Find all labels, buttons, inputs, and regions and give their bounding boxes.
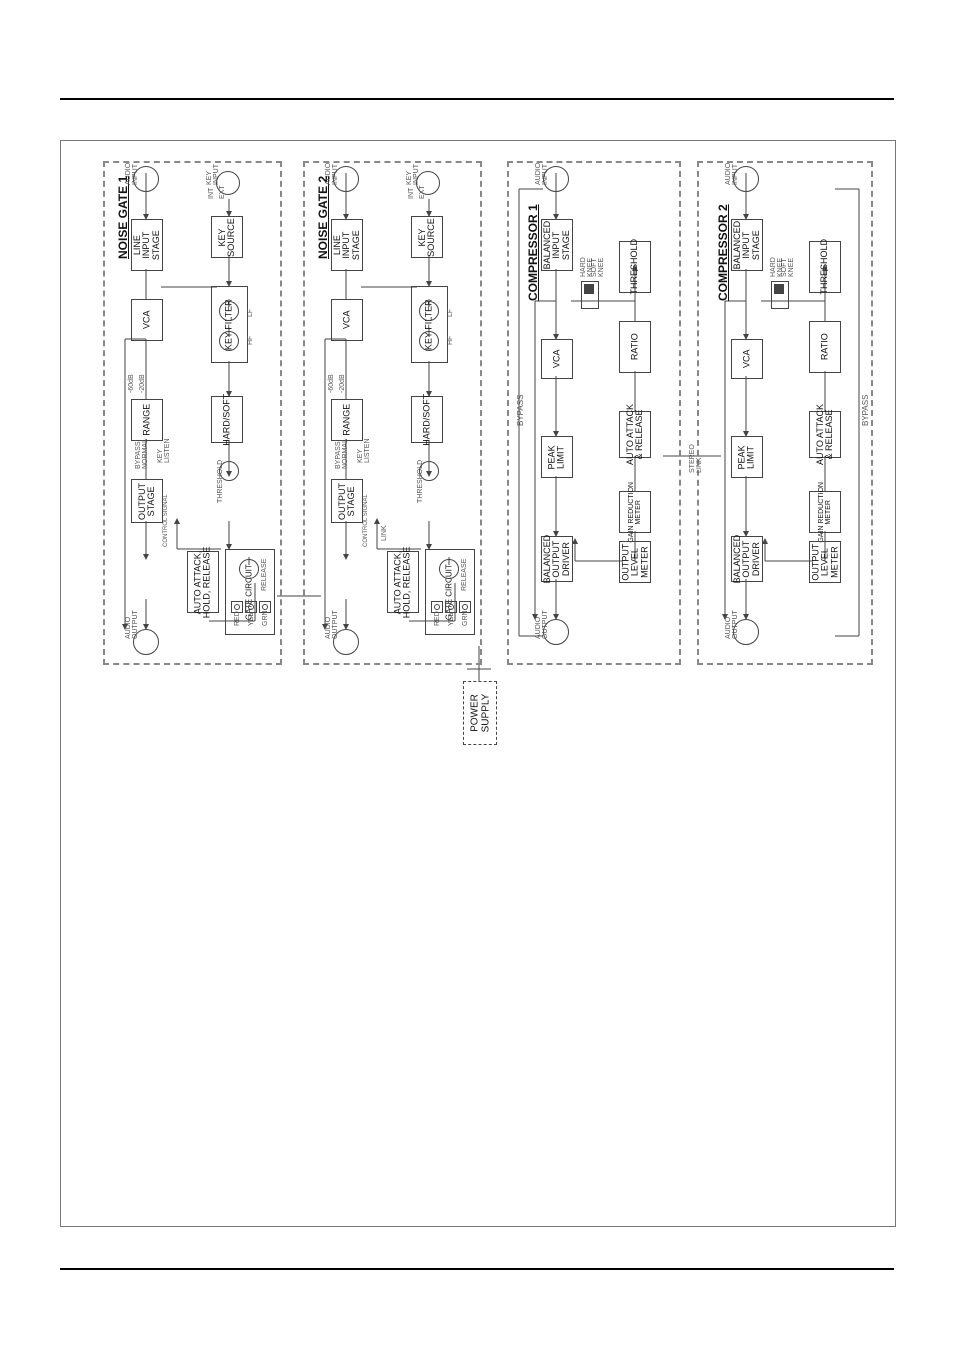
gate2-keylisten-label: KEYLISTEN — [357, 438, 371, 463]
gate1-key-filter: KEY FILTER — [211, 286, 248, 363]
gate1-keylisten-label: KEYLISTEN — [157, 438, 171, 463]
gate1-release-knob — [239, 559, 259, 579]
gate2-bypass-label: BYPASSNORMAL — [335, 439, 349, 469]
comp2-gain-reduction-meter: GAIN REDUCTIONMETER — [809, 491, 841, 533]
comp2-bypass-label: BYPASS — [861, 395, 870, 426]
gate1-audio-output-label: AUDIOOUTPUT — [125, 610, 139, 639]
noise-gate-1-title: NOISE GATE 1 — [116, 176, 130, 259]
gate2-led-yel — [445, 601, 457, 613]
gate2-lf-knob — [419, 301, 439, 321]
compressor-2-title: COMPRESSOR 2 — [716, 204, 730, 301]
comp2-balanced-output: BALANCEDOUTPUTDRIVER — [731, 536, 763, 582]
gate2-release-label: RELEASE — [461, 559, 468, 591]
gate2-key-source: KEYSOURCE — [411, 216, 443, 258]
comp2-sk-label: SOFTKNEE — [781, 258, 795, 277]
comp1-sk-label: SOFTKNEE — [591, 258, 605, 277]
comp1-bypass-label: BYPASS — [516, 395, 525, 426]
gate2-hf-knob — [419, 331, 439, 351]
gate1-output-stage: OUTPUTSTAGE — [131, 479, 163, 523]
gate2-ext-label: EXT — [419, 185, 426, 199]
gate2-auto-attack: AUTO ATTACK,HOLD, RELEASE — [387, 551, 419, 613]
comp1-auto-attack-release: AUTO ATTACK& RELEASE — [619, 411, 651, 458]
gate2-release-knob — [439, 559, 459, 579]
gate2-link-label: LINK — [381, 525, 388, 541]
gate2-int-label: INT — [408, 188, 415, 199]
gate2-line-input-stage: LINEINPUTSTAGE — [331, 219, 363, 271]
gate2-hf-label: HF — [447, 336, 454, 345]
gate1-lf-knob — [219, 301, 239, 321]
gate1-red-label: RED — [234, 611, 241, 626]
gate1-int-label: INT — [208, 188, 215, 199]
comp1-ratio: RATIO — [619, 321, 651, 373]
gate1-led-yel — [245, 601, 257, 613]
gate1-line-input-stage: LINEINPUTSTAGE — [131, 219, 163, 271]
comp1-audio-input-jack — [543, 166, 569, 192]
comp1-stereo-link-label: STEREOLINK — [689, 444, 703, 473]
gate2-vca: VCA — [331, 299, 363, 341]
comp1-balanced-output: BALANCEDOUTPUTDRIVER — [541, 536, 573, 582]
comp1-gain-reduction-meter: GAIN REDUCTIONMETER — [619, 491, 651, 533]
comp1-output-level-meter: OUTPUTLEVELMETER — [619, 541, 651, 583]
gate2-key-filter: KEY FILTER — [411, 286, 448, 363]
gate2-hardsoft: HARD/SOFT — [411, 396, 443, 443]
comp1-knee-toggle — [581, 281, 599, 309]
gate1-grn-label: GRN — [262, 610, 269, 626]
comp2-peak-limit: PEAKLIMIT — [731, 436, 763, 478]
gate2-audio-input-jack — [333, 166, 359, 192]
comp2-threshold: THRESHOLD — [809, 241, 841, 293]
gate1-threshold-label: THRESHOLD — [217, 460, 224, 503]
gate1-m20-label: -20dB — [139, 374, 146, 393]
gate2-m60-label: -60dB — [328, 374, 335, 393]
gate2-audio-output-label: AUDIOOUTPUT — [325, 610, 339, 639]
comp1-audio-output-label: AUDIOOUTPUT — [535, 610, 549, 639]
gate2-lf-label: LF — [447, 309, 454, 317]
comp1-peak-limit: PEAKLIMIT — [541, 436, 573, 478]
gate1-bypass-label: BYPASSNORMAL — [135, 439, 149, 469]
gate2-grn-label: GRN — [462, 610, 469, 626]
gate1-control-label: CONTROL SIGNAL — [163, 494, 169, 547]
noise-gate-2-title: NOISE GATE 2 — [316, 176, 330, 259]
compressor-1-title: COMPRESSOR 1 — [526, 204, 540, 301]
comp2-vca: VCA — [731, 339, 763, 379]
gate1-vca: VCA — [131, 299, 163, 341]
comp1-balanced-input: BALANCEDINPUTSTAGE — [541, 219, 573, 271]
gate1-range: RANGE — [131, 399, 163, 441]
gate1-hardsoft: HARD/SOFT — [211, 396, 243, 443]
comp2-knee-toggle — [771, 281, 789, 309]
gate2-threshold-label: THRESHOLD — [417, 460, 424, 503]
gate1-release-label: RELEASE — [261, 559, 268, 591]
comp2-audio-input-jack — [733, 166, 759, 192]
gate1-lf-label: LF — [247, 309, 254, 317]
comp1-threshold: THRESHOLD — [619, 241, 651, 293]
gate1-ext-label: EXT — [219, 185, 226, 199]
gate2-yel-label: YEL — [448, 613, 455, 626]
comp2-audio-output-label: AUDIOOUTPUT — [725, 610, 739, 639]
gate2-control-label: CONTROL SIGNAL — [363, 494, 369, 547]
comp1-vca: VCA — [541, 339, 573, 379]
gate1-hf-label: HF — [247, 336, 254, 345]
comp2-output-level-meter: OUTPUTLEVELMETER — [809, 541, 841, 583]
gate1-yel-label: YEL — [248, 613, 255, 626]
comp2-auto-attack-release: AUTO ATTACK& RELEASE — [809, 411, 841, 458]
gate1-m60-label: -60dB — [128, 374, 135, 393]
gate2-m20-label: -20dB — [339, 374, 346, 393]
gate1-auto-attack: AUTO ATTACK,HOLD, RELEASE — [187, 551, 219, 613]
power-supply: POWERSUPPLY — [463, 681, 497, 745]
gate2-output-stage: OUTPUTSTAGE — [331, 479, 363, 523]
gate1-key-source: KEYSOURCE — [211, 216, 243, 258]
gate1-hf-knob — [219, 331, 239, 351]
gate2-range: RANGE — [331, 399, 363, 441]
comp2-ratio: RATIO — [809, 321, 841, 373]
gate1-audio-input-jack — [133, 166, 159, 192]
comp2-balanced-input: BALANCEDINPUTSTAGE — [731, 219, 763, 271]
gate2-red-label: RED — [434, 611, 441, 626]
